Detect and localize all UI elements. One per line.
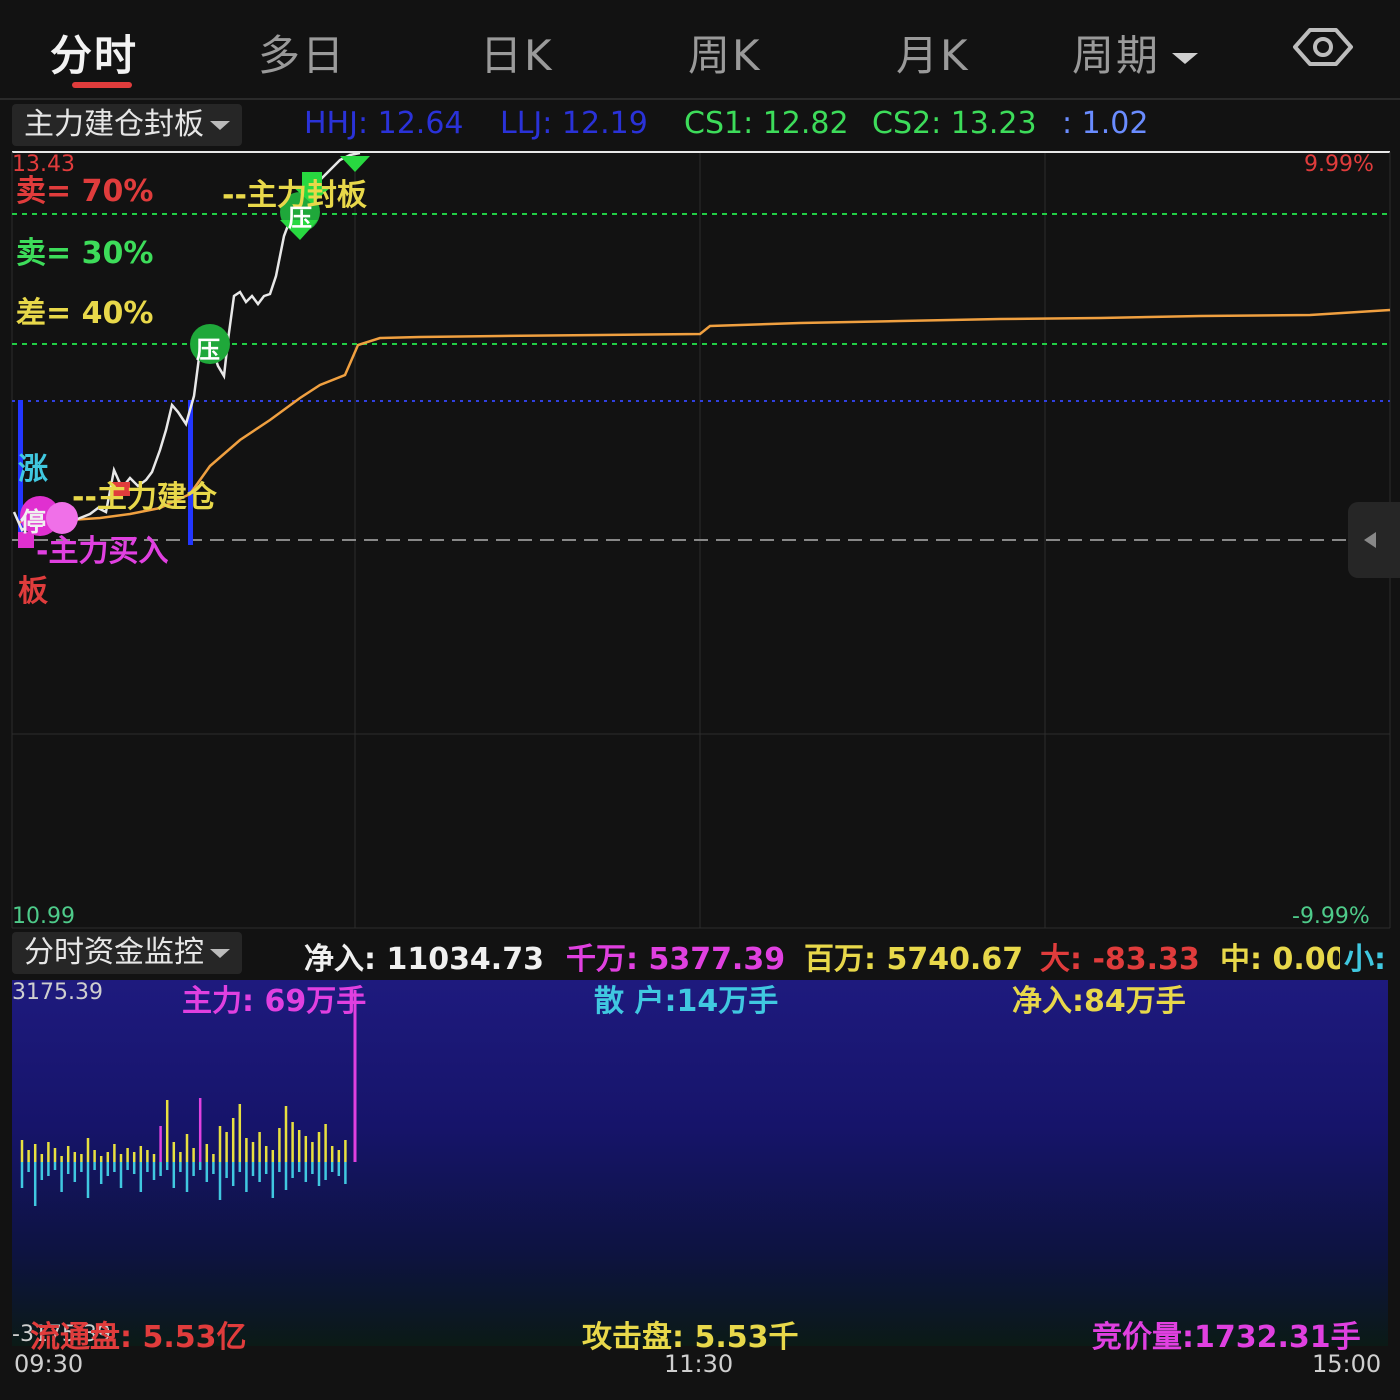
bottom-pct-label: -9.99% [1292,904,1370,929]
zhong-value: 中: 0.00 [1220,942,1340,977]
da-value: 大: -83.33 [1040,942,1200,977]
net-inflow-value: 净入: 11034.73 [304,942,544,977]
sell-70-label: 卖= 70% [16,174,154,209]
tab-day-k[interactable]: 日K [480,22,554,83]
tab-period-label: 周期 [1072,31,1161,80]
chevron-down-icon [210,121,230,130]
top-pct-label: 9.99% [1304,152,1374,177]
qianwan-value: 千万: 5377.39 [566,942,786,977]
xiao-value: 小: [1344,942,1386,977]
cs2-value: CS2: 13.23 [872,106,1037,141]
tab-divider [0,98,1400,100]
baiwan-value: 百万: 5740.67 [804,942,1024,977]
time-midday: 11:30 [664,1350,734,1378]
diff-40-label: 差= 40% [16,296,154,331]
intraday-price-chart[interactable] [0,148,1400,930]
fund-bars [20,1098,347,1206]
fund-indicator-selector[interactable]: 分时资金监控 [12,932,242,974]
tab-intraday[interactable]: 分时 [50,22,138,83]
side-panel-toggle[interactable] [1348,502,1400,578]
eye-icon[interactable] [1292,24,1354,70]
press-label-high: 压 [288,204,312,232]
active-tab-indicator [72,82,132,88]
tab-month-k[interactable]: 月K [896,22,970,83]
indicator-name: 主力建仓封板 [24,107,204,142]
net-hands: 净入:84万手 [1012,984,1186,1019]
ratio-value: : 1.02 [1062,106,1149,141]
zhang-label: 涨 [18,452,48,487]
tab-multi-day[interactable]: 多日 [258,22,346,83]
main-buy-annotation: -主力买入 [36,534,169,569]
llj-value: LLJ: 12.19 [500,106,648,141]
time-close: 15:00 [1312,1350,1382,1378]
ban-label: 板 [18,574,48,609]
bottom-price-label: 10.99 [12,904,75,929]
press-label-low: 压 [196,336,220,364]
fund-flow-chart [20,990,357,1206]
ting-label: 停 [20,508,47,538]
retail-hands: 散 户:14万手 [594,984,779,1019]
cs1-value: CS1: 12.82 [684,106,849,141]
chevron-down-icon [210,949,230,958]
tab-period-dropdown[interactable]: 周期 [1072,22,1199,83]
chevron-down-icon [1172,53,1199,64]
fund-scale-top: 3175.39 [12,980,103,1005]
tab-week-k[interactable]: 周K [688,22,762,83]
time-open: 09:30 [14,1350,84,1378]
period-tab-bar: 分时 多日 日K 周K 月K 周期 [0,0,1400,100]
indicator-selector[interactable]: 主力建仓封板 [12,104,242,146]
hhj-value: HHJ: 12.64 [304,106,464,141]
build-position-annotation: --主力建仓 [72,480,217,515]
sell-30-label: 卖= 30% [16,236,154,271]
main-force-hands: 主力: 69万手 [182,984,367,1019]
fund-indicator-name: 分时资金监控 [24,935,204,970]
